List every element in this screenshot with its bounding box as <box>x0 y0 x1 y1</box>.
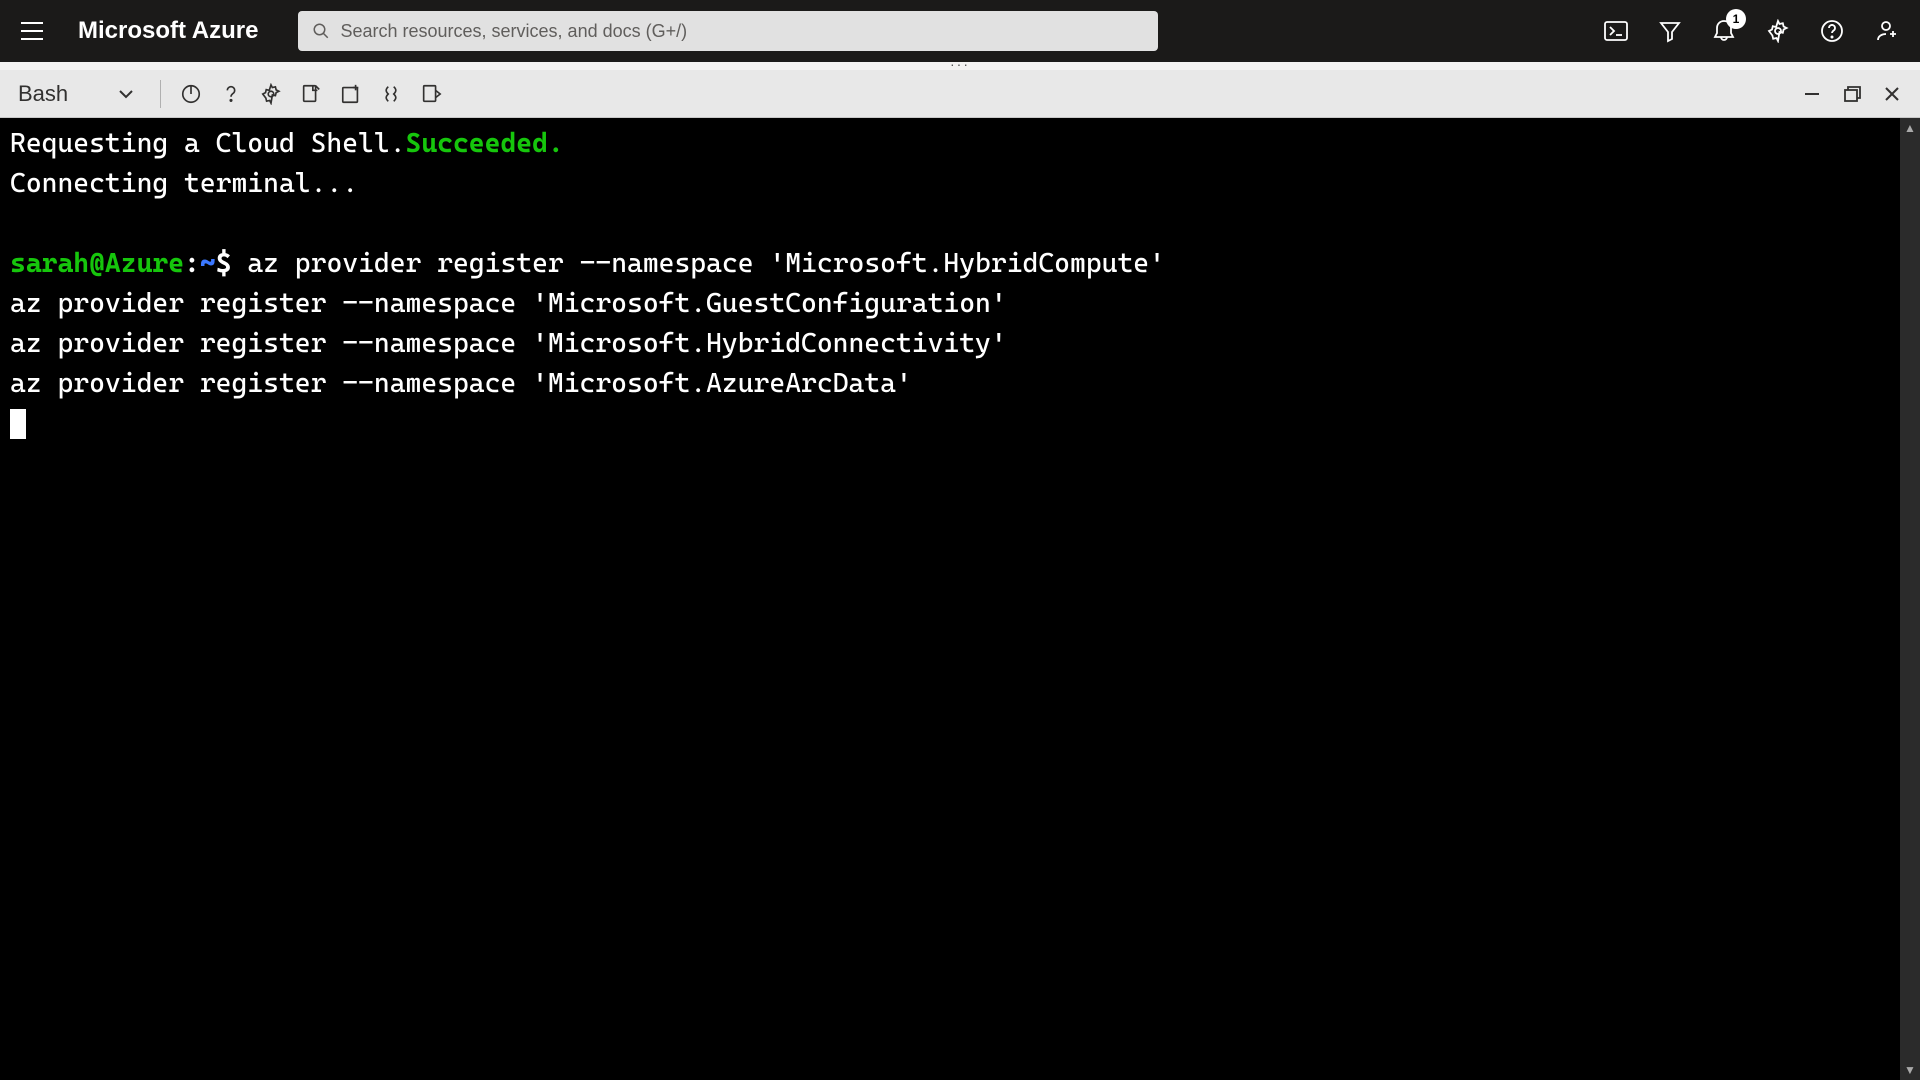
restart-icon[interactable] <box>173 76 209 112</box>
prompt-colon: : <box>184 248 200 279</box>
maximize-icon[interactable] <box>1834 76 1870 112</box>
terminal-cmd: az provider register --namespace 'Micros… <box>10 368 912 399</box>
scroll-up-icon[interactable]: ▲ <box>1900 118 1920 138</box>
settings-icon[interactable] <box>1764 17 1792 45</box>
shell-type-dropdown[interactable]: Bash <box>10 77 142 111</box>
cloud-shell-toolbar: Bash <box>0 70 1920 118</box>
notifications-icon[interactable]: 1 <box>1710 17 1738 45</box>
close-icon[interactable] <box>1874 76 1910 112</box>
terminal-cmd: az provider register --namespace 'Micros… <box>10 328 1007 359</box>
header-actions: 1 <box>1602 17 1900 45</box>
filter-icon[interactable] <box>1656 17 1684 45</box>
terminal-line: Connecting terminal... <box>10 168 358 199</box>
shell-help-icon[interactable] <box>213 76 249 112</box>
terminal-status: Succeeded. <box>406 128 564 159</box>
terminal-area[interactable]: Requesting a Cloud Shell.Succeeded. Conn… <box>0 118 1920 1080</box>
editor-icon[interactable] <box>373 76 409 112</box>
notification-badge: 1 <box>1726 9 1746 29</box>
panel-drag-handle[interactable]: ··· <box>0 62 1920 70</box>
web-preview-icon[interactable] <box>413 76 449 112</box>
separator <box>160 80 161 108</box>
help-icon[interactable] <box>1818 17 1846 45</box>
terminal-cmd: az provider register --namespace 'Micros… <box>232 248 1165 279</box>
new-session-icon[interactable] <box>333 76 369 112</box>
feedback-icon[interactable] <box>1872 17 1900 45</box>
shell-settings-icon[interactable] <box>253 76 289 112</box>
cloud-shell-icon[interactable] <box>1602 17 1630 45</box>
search-input[interactable] <box>340 21 1144 42</box>
terminal-cmd: az provider register --namespace 'Micros… <box>10 288 1007 319</box>
scroll-down-icon[interactable]: ▼ <box>1900 1060 1920 1080</box>
upload-download-icon[interactable] <box>293 76 329 112</box>
terminal-cursor <box>10 409 26 439</box>
chevron-down-icon <box>118 89 134 99</box>
menu-icon[interactable] <box>12 11 52 51</box>
prompt-path: ~ <box>200 248 216 279</box>
terminal-line: Requesting a Cloud Shell. <box>10 128 406 159</box>
global-search[interactable] <box>298 11 1158 51</box>
prompt-user: sarah@Azure <box>10 248 184 279</box>
search-icon <box>312 22 330 40</box>
minimize-icon[interactable] <box>1794 76 1830 112</box>
terminal-scrollbar[interactable]: ▲ ▼ <box>1900 118 1920 1080</box>
prompt-dollar: $ <box>216 248 232 279</box>
terminal-output[interactable]: Requesting a Cloud Shell.Succeeded. Conn… <box>0 118 1920 1080</box>
brand-title: Microsoft Azure <box>78 17 258 45</box>
shell-type-label: Bash <box>18 81 68 107</box>
azure-header: Microsoft Azure 1 <box>0 0 1920 62</box>
